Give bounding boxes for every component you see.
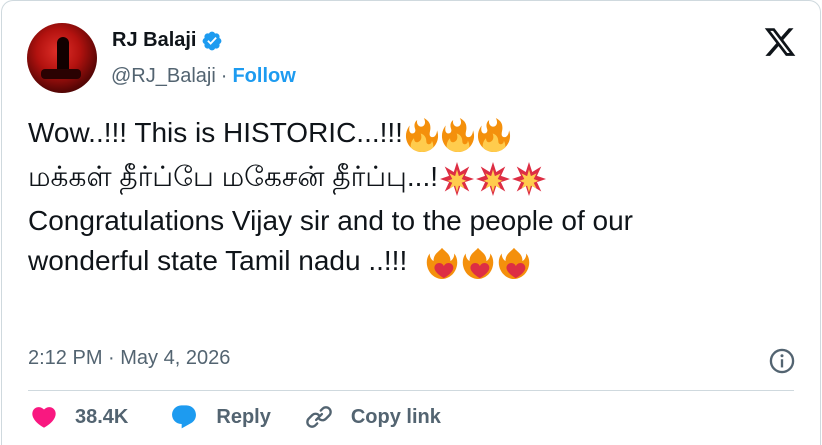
heart-icon xyxy=(32,407,56,428)
author-handle[interactable]: @RJ_Balaji xyxy=(111,65,216,88)
info-icon[interactable] xyxy=(768,347,796,375)
fire-emoji xyxy=(477,117,511,152)
collision-emoji xyxy=(440,161,475,196)
copy-link-button[interactable]: Copy link xyxy=(305,403,441,431)
author-name-row: RJ Balaji xyxy=(112,29,223,52)
author-handle-row: @RJ_Balaji · Follow xyxy=(111,65,296,88)
heart-on-fire-emoji xyxy=(498,247,530,279)
tweet-timestamp[interactable]: 2:12 PM · May 4, 2026 xyxy=(28,347,230,370)
tweet-line-3a-text: Congratulations Vijay sir and to the peo… xyxy=(28,205,633,236)
author-name[interactable]: RJ Balaji xyxy=(112,29,196,52)
reply-button[interactable]: Reply xyxy=(170,403,271,431)
tweet-line-3b-text: wonderful state Tamil nadu ..!!! xyxy=(28,245,423,276)
fire-emoji xyxy=(405,117,439,152)
separator-dot: · xyxy=(220,65,228,87)
like-count: 38.4K xyxy=(75,405,129,428)
copy-link-label: Copy link xyxy=(350,405,441,428)
avatar-figure-base xyxy=(41,69,81,79)
fire-emoji xyxy=(441,117,475,152)
reply-label: Reply xyxy=(216,405,271,428)
avatar[interactable] xyxy=(27,23,97,93)
link-icon xyxy=(306,406,332,428)
verified-badge-icon xyxy=(203,31,222,50)
tweet-line-1-text: Wow..!!! This is HISTORIC...!!! xyxy=(28,117,403,148)
tweet-text: Wow..!!! This is HISTORIC...!!! மக்கள் த… xyxy=(28,113,808,281)
tweet-line-1: Wow..!!! This is HISTORIC...!!! xyxy=(28,113,808,157)
heart-on-fire-emoji xyxy=(462,247,494,279)
tweet-line-3: Congratulations Vijay sir and to the peo… xyxy=(28,201,808,281)
reply-icon xyxy=(172,405,197,429)
follow-button[interactable]: Follow xyxy=(232,65,295,88)
tweet-line-2: மக்கள் தீர்ப்பே மகேசன் தீர்ப்பு...! xyxy=(28,157,808,201)
collision-emoji xyxy=(476,161,511,196)
action-bar: 38.4K Reply Copy link xyxy=(30,403,441,431)
avatar-figure xyxy=(57,37,69,73)
tweet-card: RJ Balaji @RJ_Balaji · Follow Wow..!!! T… xyxy=(1,0,821,445)
collision-emoji xyxy=(512,161,547,196)
x-logo-icon[interactable] xyxy=(762,25,798,59)
like-button[interactable]: 38.4K xyxy=(30,403,128,431)
heart-on-fire-emoji xyxy=(426,247,458,279)
tweet-line-2-text: மக்கள் தீர்ப்பே மகேசன் தீர்ப்பு...! xyxy=(28,161,439,192)
divider xyxy=(28,390,794,391)
